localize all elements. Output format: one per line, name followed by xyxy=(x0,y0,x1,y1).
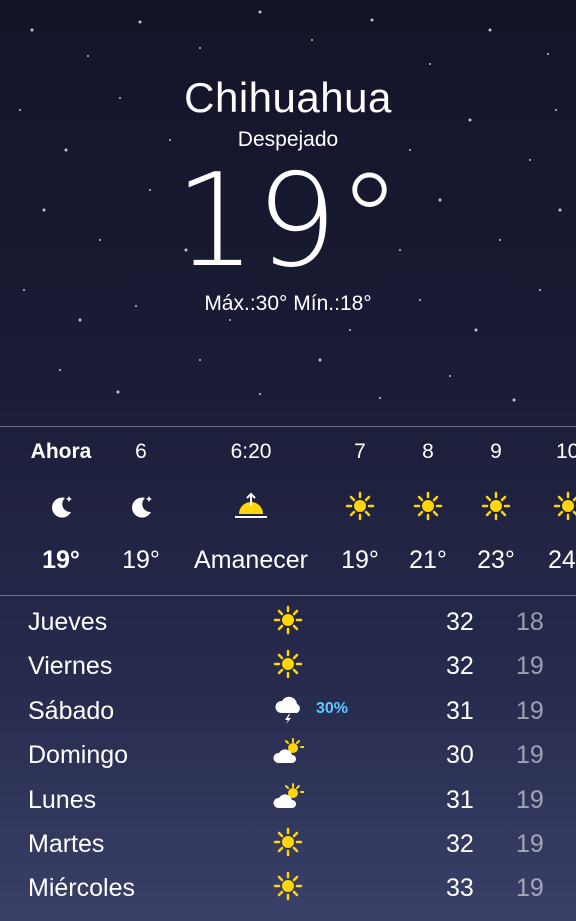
sun-icon xyxy=(273,605,303,635)
high-temp: 32 xyxy=(446,652,474,680)
hour-label: 9 xyxy=(490,440,502,463)
low-temp: 19 xyxy=(516,786,544,814)
daily-row: Viernes 32 19 xyxy=(0,649,576,696)
hour-label: 10 xyxy=(556,440,576,463)
moon-stars-icon xyxy=(52,496,72,518)
moon-stars-icon xyxy=(132,496,152,518)
sunrise-text: Amanecer xyxy=(194,546,308,574)
sun-icon xyxy=(345,491,375,521)
daily-row: Miércoles 33 19 xyxy=(0,871,576,918)
hour-label: 6 xyxy=(135,440,147,463)
sun-icon xyxy=(413,491,443,521)
sun-icon xyxy=(481,491,511,521)
precipitation-chance: 30% xyxy=(316,700,349,717)
high-temp: 32 xyxy=(446,608,474,636)
hour-label: 8 xyxy=(422,440,434,463)
divider-bottom xyxy=(0,595,576,596)
sun-icon xyxy=(273,871,303,901)
low-temp: 19 xyxy=(516,830,544,858)
partly-cloudy-icon xyxy=(273,738,304,763)
day-name: Sábado xyxy=(28,697,115,725)
hour-temperature: 19° xyxy=(122,546,160,574)
hour-label: 7 xyxy=(354,440,366,463)
day-name: Viernes xyxy=(28,652,113,680)
hour-temperature: 24° xyxy=(548,546,576,574)
daily-row: Lunes 31 19 xyxy=(0,783,576,830)
partly-cloudy-icon xyxy=(273,783,304,808)
day-name: Domingo xyxy=(28,741,129,769)
daily-row: Martes 32 19 xyxy=(0,827,576,874)
sunrise-icon xyxy=(235,492,267,518)
high-temp: 33 xyxy=(446,874,474,902)
hour-temperature: 19° xyxy=(42,546,80,574)
high-temp: 31 xyxy=(446,697,474,725)
hour-temperature: 19° xyxy=(341,546,379,574)
high-temp: 32 xyxy=(446,830,474,858)
cloud-lightning-icon xyxy=(275,696,300,724)
hour-temperature: 23° xyxy=(477,546,515,574)
daily-row: Jueves 32 18 xyxy=(0,605,576,652)
low-temp: 18 xyxy=(516,608,544,636)
sun-icon xyxy=(273,827,303,857)
low-temp: 19 xyxy=(516,697,544,725)
low-temp: 19 xyxy=(516,741,544,769)
day-name: Martes xyxy=(28,830,105,858)
hour-label: Ahora xyxy=(30,440,92,463)
day-name: Jueves xyxy=(28,608,108,636)
hour-temperature: 21° xyxy=(409,546,447,574)
high-temp: 30 xyxy=(446,741,474,769)
high-temp: 31 xyxy=(446,786,474,814)
sun-icon xyxy=(273,649,303,679)
low-temp: 19 xyxy=(516,652,544,680)
low-temp: 19 xyxy=(516,874,544,902)
day-name: Miércoles xyxy=(28,874,135,902)
day-name: Lunes xyxy=(28,786,97,814)
sun-icon xyxy=(553,491,576,521)
daily-row: Domingo 30 19 xyxy=(0,738,576,785)
hour-label: 6:20 xyxy=(230,440,272,463)
daily-row: Sábado 30% 31 19 xyxy=(0,696,576,741)
